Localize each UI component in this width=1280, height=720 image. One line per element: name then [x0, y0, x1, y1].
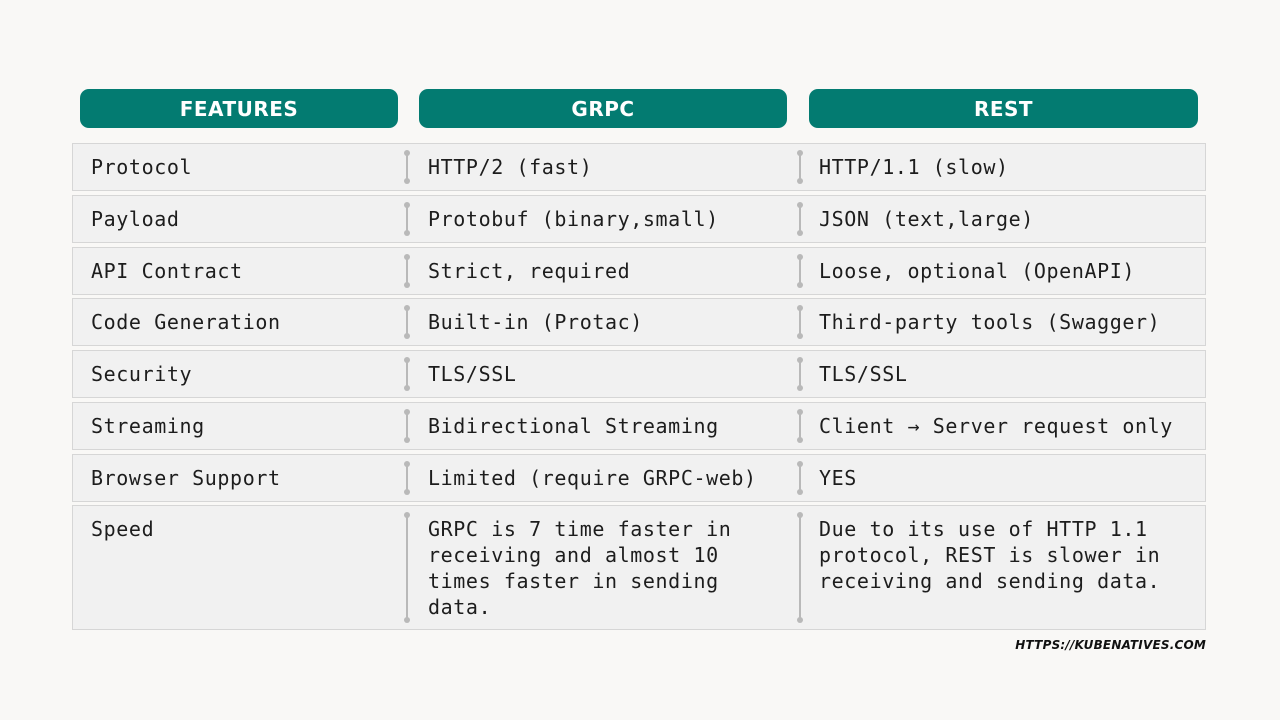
feature-cell: Protocol [91, 155, 193, 179]
rest-cell: JSON (text,large) [819, 207, 1034, 231]
feature-cell: Streaming [91, 414, 205, 438]
table-row: Speed GRPC is 7 time faster in receiving… [72, 505, 1206, 630]
column-separator [797, 202, 803, 236]
rest-cell: Third-party tools (Swagger) [819, 310, 1161, 334]
feature-cell: Browser Support [91, 466, 281, 490]
feature-cell: Security [91, 362, 193, 386]
feature-cell: Code Generation [91, 310, 281, 334]
table-row: Protocol HTTP/2 (fast) HTTP/1.1 (slow) [72, 143, 1206, 191]
grpc-cell: Bidirectional Streaming [428, 414, 719, 438]
grpc-cell: Limited (require GRPC-web) [428, 466, 757, 490]
column-separator [404, 409, 410, 443]
rest-cell: Due to its use of HTTP 1.1 protocol, RES… [819, 517, 1173, 593]
column-separator [797, 512, 803, 623]
header-grpc: GRPC [419, 89, 787, 128]
table-row: API Contract Strict, required Loose, opt… [72, 247, 1206, 295]
rest-cell: HTTP/1.1 (slow) [819, 155, 1009, 179]
header-features: FEATURES [80, 89, 398, 128]
feature-cell: API Contract [91, 259, 243, 283]
column-separator [797, 254, 803, 288]
table-row: Payload Protobuf (binary,small) JSON (te… [72, 195, 1206, 243]
column-separator [797, 409, 803, 443]
grpc-cell: Protobuf (binary,small) [428, 207, 719, 231]
table-row: Code Generation Built-in (Protac) Third-… [72, 298, 1206, 346]
grpc-cell: Strict, required [428, 259, 631, 283]
table-row: Security TLS/SSL TLS/SSL [72, 350, 1206, 398]
rest-cell: TLS/SSL [819, 362, 908, 386]
table-row: Streaming Bidirectional Streaming Client… [72, 402, 1206, 450]
column-separator [797, 305, 803, 339]
feature-cell: Speed [91, 517, 155, 541]
column-separator [404, 150, 410, 184]
header-rest: REST [809, 89, 1198, 128]
source-url: HTTPS://KUBENATIVES.COM [1015, 638, 1206, 652]
table-row: Browser Support Limited (require GRPC-we… [72, 454, 1206, 502]
column-separator [404, 305, 410, 339]
rest-cell: Loose, optional (OpenAPI) [819, 259, 1136, 283]
grpc-cell: Built-in (Protac) [428, 310, 643, 334]
column-separator [797, 150, 803, 184]
column-separator [404, 461, 410, 495]
rest-cell: YES [819, 466, 857, 490]
column-separator [404, 357, 410, 391]
grpc-cell: GRPC is 7 time faster in receiving and a… [428, 517, 745, 619]
column-separator [404, 254, 410, 288]
column-separator [797, 461, 803, 495]
grpc-cell: TLS/SSL [428, 362, 517, 386]
column-separator [797, 357, 803, 391]
rest-cell: Client → Server request only [819, 414, 1173, 438]
column-separator [404, 512, 410, 623]
feature-cell: Payload [91, 207, 180, 231]
column-separator [404, 202, 410, 236]
grpc-cell: HTTP/2 (fast) [428, 155, 593, 179]
